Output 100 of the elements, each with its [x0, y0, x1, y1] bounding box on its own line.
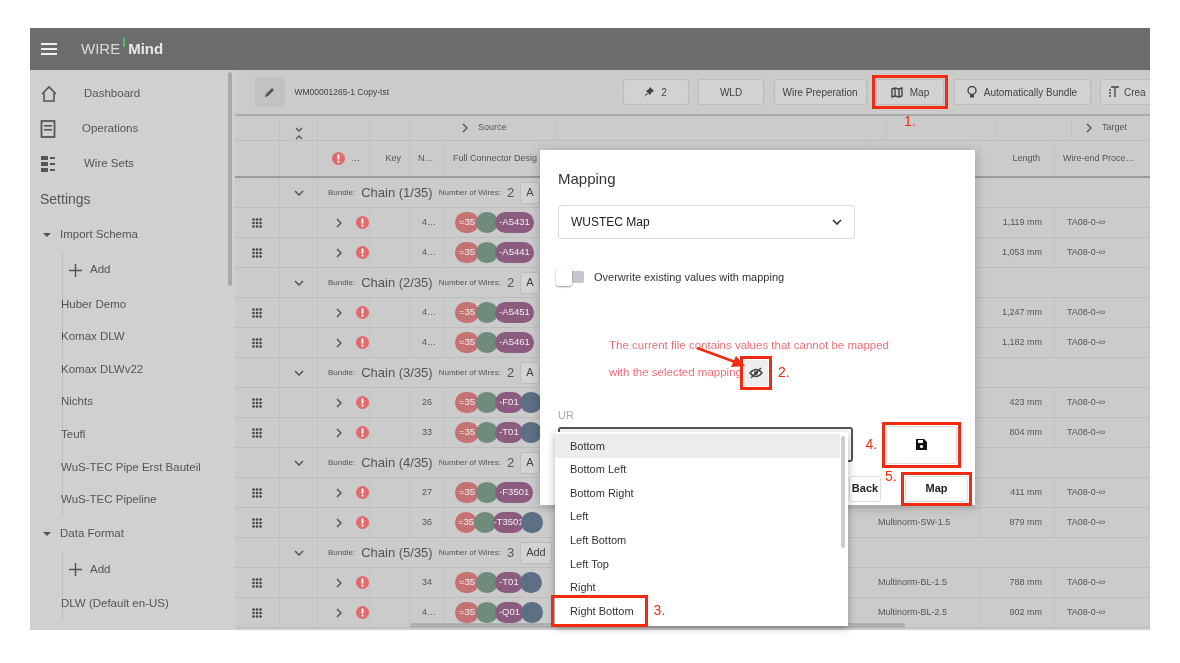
- table-cell-text: 33: [422, 425, 432, 439]
- drag-handle-icon[interactable]: [252, 397, 262, 408]
- tree-item[interactable]: Nichts: [61, 385, 235, 419]
- lightbulb-icon: [966, 86, 977, 98]
- map-button[interactable]: Map: [905, 475, 968, 502]
- chevron-down-icon[interactable]: [293, 189, 304, 196]
- visibility-toggle-button[interactable]: [743, 359, 768, 386]
- drag-handle-icon[interactable]: [252, 607, 262, 618]
- text-format-icon: [1108, 86, 1120, 98]
- dropdown-option[interactable]: Right: [555, 575, 606, 600]
- chevron-right-icon[interactable]: [336, 307, 342, 318]
- chevron-right-icon[interactable]: [336, 247, 342, 258]
- drag-handle-icon[interactable]: [252, 337, 262, 348]
- chevron-down-icon[interactable]: [293, 459, 304, 466]
- wire-count-label: Number of Wires:: [438, 366, 501, 379]
- toolbar-button[interactable]: Map: [876, 79, 944, 105]
- tree-item[interactable]: WuS-TEC Pipeline: [61, 483, 235, 517]
- drag-handle-icon[interactable]: [252, 487, 262, 498]
- chevron-right-icon[interactable]: [336, 487, 342, 498]
- chevron-right-icon[interactable]: [1086, 123, 1092, 133]
- tree-item[interactable]: Komax DLWv22: [61, 353, 235, 386]
- warning-text: The current file contains values that cannot be mapped: [609, 339, 889, 351]
- dropdown-option[interactable]: Bottom Right: [555, 481, 644, 505]
- scrollbar[interactable]: [841, 436, 845, 548]
- mapping-select[interactable]: WUSTEC Map: [558, 204, 855, 239]
- chevron-down-icon[interactable]: [293, 369, 304, 376]
- chevron-right-icon[interactable]: [462, 123, 468, 133]
- toolbar-button[interactable]: WLD: [698, 79, 764, 105]
- nav-item[interactable]: Wire Sets: [30, 146, 235, 181]
- wire-count-label: Number of Wires:: [438, 186, 501, 199]
- dropdown-option[interactable]: Left Top: [555, 551, 619, 576]
- column-header: Key: [385, 151, 401, 165]
- chevron-right-icon[interactable]: [336, 577, 342, 588]
- dropdown-option[interactable]: Bottom: [555, 434, 840, 458]
- chevron-right-icon[interactable]: [336, 337, 342, 348]
- logo-mark-icon: [123, 37, 126, 47]
- tree-item[interactable]: Teufl: [61, 418, 235, 451]
- back-button[interactable]: Back: [849, 475, 881, 502]
- tree-item[interactable]: Data Format: [30, 516, 235, 552]
- dropdown-option[interactable]: Left Bottom: [555, 528, 637, 552]
- column-header: …: [351, 151, 360, 165]
- add-button[interactable]: A: [520, 451, 540, 474]
- table-cell-text: 411 mm: [1010, 485, 1042, 499]
- bundle-label: Bundle:: [328, 366, 356, 379]
- drag-handle-icon[interactable]: [252, 217, 262, 228]
- column-header: N…: [418, 151, 434, 165]
- add-button[interactable]: A: [520, 181, 540, 204]
- tree-item[interactable]: WuS-TEC Pipe Erst Bauteil: [61, 450, 235, 484]
- nav-item[interactable]: Dashboard: [30, 76, 235, 111]
- toggle-switch[interactable]: [558, 270, 584, 283]
- drag-handle-icon[interactable]: [252, 247, 262, 258]
- add-button[interactable]: A: [520, 361, 540, 384]
- connector-tag: =35: [455, 332, 480, 353]
- dropdown-option[interactable]: Right Bottom: [555, 599, 644, 623]
- toolbar-button[interactable]: Wire Preperation: [773, 79, 867, 105]
- tree-item[interactable]: Komax DLW: [61, 320, 235, 354]
- house-icon: [40, 84, 58, 103]
- nav-item[interactable]: Operations: [30, 111, 235, 146]
- scrollbar[interactable]: [228, 72, 232, 286]
- add-item[interactable]: Add: [63, 252, 235, 288]
- tree-item[interactable]: Import Schema: [30, 217, 235, 252]
- tree-item[interactable]: Huber Demo: [61, 288, 235, 321]
- table-cell-text: TA08-0-∞: [1067, 395, 1106, 409]
- bundle-name: Chain (5/35): [361, 543, 433, 562]
- wire-count: 2: [506, 363, 515, 382]
- dropdown-option[interactable]: Left: [555, 504, 599, 529]
- edit-button[interactable]: [255, 77, 285, 107]
- chevron-right-icon[interactable]: [336, 397, 342, 408]
- dialog-title: Mapping: [558, 169, 617, 189]
- caret-down-icon[interactable]: [42, 530, 52, 537]
- error-icon: [356, 606, 369, 619]
- connector-tag: =35: [455, 602, 479, 623]
- drag-handle-icon[interactable]: [252, 517, 262, 528]
- pencil-icon: [264, 86, 276, 98]
- connector-tag: -A5461: [495, 332, 534, 353]
- toolbar-button[interactable]: Automatically Bundle: [953, 79, 1091, 105]
- chevron-down-icon[interactable]: [293, 279, 304, 286]
- tree-item[interactable]: DLW (Default en-US): [61, 587, 235, 620]
- add-button[interactable]: Add: [520, 541, 552, 564]
- dropdown-option[interactable]: Bottom Left: [555, 457, 637, 482]
- collapse-all-icon[interactable]: [294, 127, 303, 140]
- drag-handle-icon[interactable]: [252, 427, 262, 438]
- chevron-right-icon[interactable]: [336, 607, 342, 618]
- list-icon: [40, 154, 58, 173]
- connector-tag: =35: [455, 572, 480, 593]
- add-button[interactable]: A: [520, 271, 540, 294]
- toolbar-button[interactable]: Crea: [1100, 79, 1150, 105]
- drag-handle-icon[interactable]: [252, 577, 262, 588]
- chevron-right-icon[interactable]: [336, 517, 342, 528]
- chevron-down-icon[interactable]: [293, 549, 304, 556]
- table-cell-text: 27: [422, 485, 432, 499]
- chevron-right-icon[interactable]: [336, 217, 342, 228]
- toolbar-button[interactable]: 2: [622, 79, 689, 105]
- chevron-right-icon[interactable]: [336, 427, 342, 438]
- table-cell-text: TA08-0-∞: [1067, 605, 1106, 619]
- error-icon: [356, 396, 369, 409]
- add-item[interactable]: Add: [63, 551, 235, 588]
- menu-icon[interactable]: [41, 43, 57, 55]
- caret-down-icon[interactable]: [42, 231, 52, 238]
- drag-handle-icon[interactable]: [252, 307, 262, 318]
